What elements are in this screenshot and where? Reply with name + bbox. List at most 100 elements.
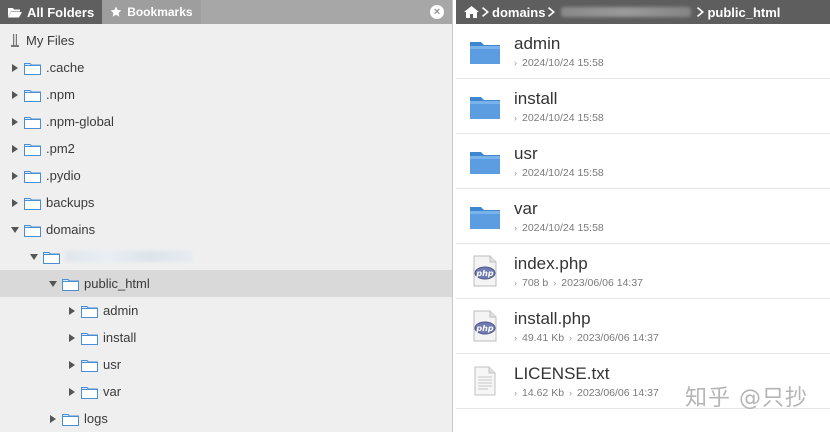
tree-item[interactable]: .cache <box>0 54 452 81</box>
tree-item[interactable]: admin <box>0 297 452 324</box>
folder-open-icon <box>8 7 22 18</box>
file-list-panel: domains public_html admin › 2024/10/24 15:… <box>456 0 830 432</box>
file-name: install <box>514 88 558 108</box>
caret-down-icon[interactable] <box>8 223 22 237</box>
chevron-right-icon <box>548 7 556 17</box>
obscured-domain-label <box>65 251 193 262</box>
watermark: 知乎 @只抄 <box>685 386 808 411</box>
tab-bookmarks-label: Bookmarks <box>127 5 193 19</box>
caret-right-icon[interactable] <box>8 196 22 210</box>
tab-bookmarks[interactable]: Bookmarks <box>102 0 201 24</box>
file-row[interactable]: php install.php › 49.41 Kb › 2023/06/06 14:37 <box>456 299 830 354</box>
file-name: index.php <box>514 253 588 273</box>
breadcrumb-domains[interactable]: domains <box>492 5 545 20</box>
file-row[interactable]: usr › 2024/10/24 15:58 <box>456 134 830 189</box>
file-meta: › 49.41 Kb › 2023/06/06 14:37 <box>514 332 659 344</box>
breadcrumb-obscured-domain[interactable] <box>561 7 692 17</box>
caret-right-icon[interactable] <box>65 358 79 372</box>
php-file-icon: php <box>456 255 514 287</box>
tree-root-my-files[interactable]: My Files <box>0 27 452 54</box>
tree-item-label: .pm2 <box>46 141 75 156</box>
file-name: admin <box>514 33 561 53</box>
file-info: index.php › 708 b › 2023/06/06 14:37 <box>514 254 643 289</box>
file-row[interactable]: admin › 2024/10/24 15:58 <box>456 24 830 79</box>
tree-item[interactable]: public_html <box>0 270 452 297</box>
file-date: 2023/06/06 14:37 <box>577 386 659 399</box>
caret-right-icon[interactable] <box>65 304 79 318</box>
tab-all-folders[interactable]: All Folders <box>0 0 103 24</box>
caret-right-icon[interactable] <box>8 115 22 129</box>
file-date: 2024/10/24 15:58 <box>522 111 604 124</box>
file-row[interactable]: install › 2024/10/24 15:58 <box>456 79 830 134</box>
caret-right-icon[interactable] <box>65 331 79 345</box>
tree-item[interactable]: .npm-global <box>0 108 452 135</box>
tree-item[interactable]: .pydio <box>0 162 452 189</box>
file-meta: › 2024/10/24 15:58 <box>514 112 604 124</box>
caret-right-icon[interactable] <box>8 169 22 183</box>
pane-resize-handle[interactable] <box>452 400 453 420</box>
file-date: 2023/06/06 14:37 <box>577 331 659 344</box>
tree-item-label: backups <box>46 195 95 210</box>
breadcrumb-public-html[interactable]: public_html <box>707 5 780 20</box>
caret-down-icon[interactable] <box>46 277 60 291</box>
folder-icon <box>62 277 79 291</box>
folder-icon <box>24 142 41 156</box>
caret-down-icon[interactable] <box>27 250 41 264</box>
tree-item[interactable]: usr <box>0 351 452 378</box>
tree-item[interactable] <box>0 243 452 270</box>
tree-item-label: .npm <box>46 87 75 102</box>
tree-item[interactable]: var <box>0 378 452 405</box>
file-meta: › 14.62 Kb › 2023/06/06 14:37 <box>514 387 659 399</box>
file-row[interactable]: php index.php › 708 b › 2023/06/06 14:37 <box>456 244 830 299</box>
tree-item-label: install <box>103 330 137 345</box>
tree-item-label: admin <box>103 303 139 318</box>
file-size: 49.41 Kb <box>522 331 565 344</box>
chevron-right-icon: › <box>514 332 517 343</box>
file-info: admin › 2024/10/24 15:58 <box>514 34 604 69</box>
file-name: var <box>514 198 538 218</box>
chevron-right-icon <box>482 7 489 17</box>
tree-item[interactable]: .pm2 <box>0 135 452 162</box>
file-list: admin › 2024/10/24 15:58 install › 2024/10/24… <box>456 24 830 409</box>
file-info: usr › 2024/10/24 15:58 <box>514 144 604 179</box>
file-meta: › 2024/10/24 15:58 <box>514 167 604 179</box>
tree-item[interactable]: domains <box>0 216 452 243</box>
tree-item-label: usr <box>103 357 122 372</box>
folder-icon <box>43 250 60 264</box>
tree-item[interactable]: install <box>0 324 452 351</box>
left-tab-bar: All Folders Bookmarks × <box>0 0 452 24</box>
caret-right-icon[interactable] <box>8 61 22 75</box>
svg-text:php: php <box>475 269 493 278</box>
tree-item[interactable]: logs <box>0 405 452 432</box>
file-size: 708 b <box>522 276 549 289</box>
file-date: 2024/10/24 15:58 <box>522 166 604 179</box>
folder-icon <box>81 304 98 318</box>
chevron-right-icon: › <box>553 277 557 288</box>
folder-icon <box>81 385 98 399</box>
file-name: install.php <box>514 308 591 328</box>
tree-item-label: domains <box>46 222 96 237</box>
folder-icon <box>456 94 514 119</box>
caret-right-icon[interactable] <box>8 142 22 156</box>
chevron-right-icon: › <box>514 387 517 398</box>
tree-item[interactable]: backups <box>0 189 452 216</box>
folder-icon <box>24 223 41 237</box>
file-info: LICENSE.txt › 14.62 Kb › 2023/06/06 14:37 <box>514 364 659 399</box>
chevron-right-icon: › <box>514 57 517 68</box>
caret-right-icon[interactable] <box>8 88 22 102</box>
tree-item-label: var <box>103 384 122 399</box>
home-icon[interactable] <box>464 6 479 18</box>
chevron-right-icon: › <box>514 112 517 123</box>
close-icon[interactable]: × <box>430 5 444 19</box>
tree-item-label: .cache <box>46 60 85 75</box>
folder-icon <box>24 169 41 183</box>
folder-tree: My Files .cache .npm .npm-global .pm2 .pydio… <box>0 24 452 432</box>
caret-right-icon[interactable] <box>46 412 60 426</box>
file-row[interactable]: var › 2024/10/24 15:58 <box>456 189 830 244</box>
file-info: var › 2024/10/24 15:58 <box>514 199 604 234</box>
folder-icon <box>456 204 514 229</box>
folder-icon <box>24 88 41 102</box>
tree-item[interactable]: .npm <box>0 81 452 108</box>
caret-right-icon[interactable] <box>65 385 79 399</box>
folder-icon <box>81 331 98 345</box>
